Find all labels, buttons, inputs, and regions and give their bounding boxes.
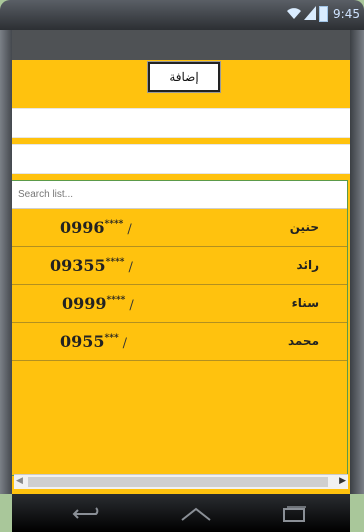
device-right-bezel xyxy=(350,30,364,494)
list-item-phone: 0996**** / xyxy=(60,218,132,237)
scroll-right-icon[interactable]: ▶ xyxy=(339,476,346,486)
list-item-phone: 0955*** / xyxy=(60,332,128,351)
list-item[interactable]: 0996**** / حنين xyxy=(12,209,347,247)
scrollbar-thumb[interactable] xyxy=(28,477,328,487)
phone-input[interactable] xyxy=(12,144,350,174)
list-item-name: حنين xyxy=(289,220,319,234)
list-item-phone: 09355**** / xyxy=(50,256,133,275)
status-time: 9:45 xyxy=(333,7,360,21)
contacts-list: Search list... 0996**** / حنين 09355**** /… xyxy=(12,180,348,476)
home-icon[interactable] xyxy=(178,504,214,524)
back-icon[interactable] xyxy=(70,504,106,524)
signal-icon xyxy=(304,6,316,20)
search-input[interactable]: Search list... xyxy=(12,181,347,209)
wifi-icon xyxy=(287,8,301,19)
name-input[interactable] xyxy=(12,108,350,138)
list-item[interactable]: 0999**** / سناء xyxy=(12,285,347,323)
list-item-phone: 0999**** / xyxy=(62,294,134,313)
list-item-name: سناء xyxy=(291,296,319,310)
list-item[interactable]: 09355**** / رائد xyxy=(12,247,347,285)
horizontal-scrollbar[interactable]: ◀ ▶ xyxy=(14,474,348,489)
add-button[interactable]: إضافة xyxy=(147,61,221,93)
list-item-name: محمد xyxy=(287,334,319,348)
navigation-bar xyxy=(12,494,350,532)
app-screen: إضافة Search list... 0996**** / حنين 0935… xyxy=(12,30,350,494)
list-item[interactable]: 0955*** / محمد xyxy=(12,323,347,361)
recent-apps-icon[interactable] xyxy=(276,504,312,524)
status-bar: 9:45 xyxy=(0,0,364,30)
scroll-left-icon[interactable]: ◀ xyxy=(16,476,23,486)
device-frame: 9:45 إضافة Search list... 0996**** / حنين… xyxy=(0,0,364,532)
battery-icon xyxy=(319,6,328,22)
list-item-name: رائد xyxy=(296,258,319,272)
app-title-bar xyxy=(12,30,350,60)
